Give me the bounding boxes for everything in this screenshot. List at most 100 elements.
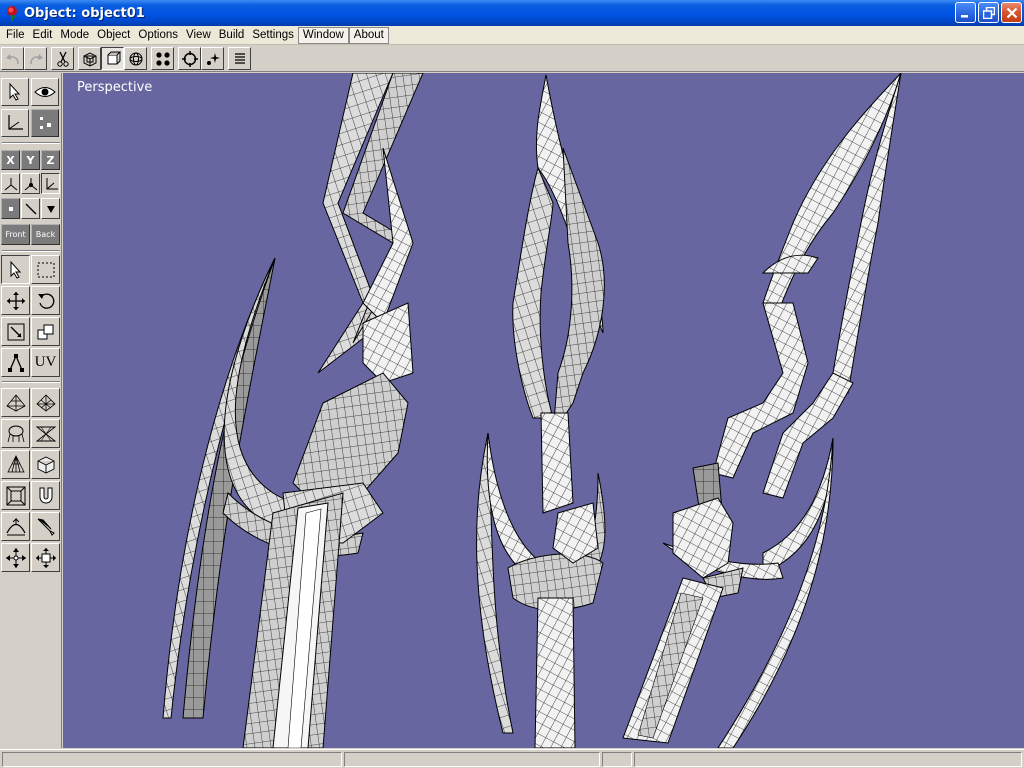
vertex-tool-button[interactable] bbox=[1, 348, 30, 377]
gizmo-world-button[interactable] bbox=[1, 173, 20, 194]
trident-left[interactable] bbox=[162, 73, 424, 748]
move-tool-button[interactable] bbox=[1, 286, 30, 315]
menu-about[interactable]: About bbox=[348, 26, 389, 44]
bevel-frame-icon bbox=[6, 486, 25, 505]
main-toolbar bbox=[0, 46, 1024, 72]
vertex-triangle-icon bbox=[7, 353, 24, 372]
select-edge-button[interactable] bbox=[21, 198, 40, 219]
gizmo-local-button[interactable] bbox=[21, 173, 40, 194]
select-tool-button[interactable] bbox=[1, 78, 29, 106]
mesh-blob-icon bbox=[7, 425, 24, 442]
back-view-button[interactable]: Back bbox=[31, 224, 60, 245]
close-button[interactable] bbox=[1001, 2, 1022, 23]
perspective-viewport[interactable]: Perspective bbox=[63, 73, 1024, 748]
magnet-icon bbox=[39, 487, 52, 503]
wireframe-view-button[interactable] bbox=[78, 47, 101, 70]
mesh-pyramid-button[interactable] bbox=[31, 388, 60, 417]
mesh-blob-button[interactable] bbox=[1, 419, 30, 448]
menu-settings[interactable]: Settings bbox=[248, 27, 298, 44]
menu-bar: File Edit Mode Object Options View Build… bbox=[0, 26, 1024, 45]
menu-view[interactable]: View bbox=[182, 27, 215, 44]
select-face-button[interactable] bbox=[41, 198, 60, 219]
mesh-box-button[interactable] bbox=[31, 450, 60, 479]
target-icon bbox=[181, 50, 198, 67]
trident-middle[interactable] bbox=[476, 74, 606, 748]
rotate-icon bbox=[37, 293, 54, 309]
axis-y-button[interactable]: Y bbox=[21, 150, 40, 170]
menu-window[interactable]: Window bbox=[297, 26, 349, 44]
axis-y-label: Y bbox=[26, 153, 35, 167]
face-triangle-icon bbox=[46, 205, 55, 213]
axis-x-button[interactable]: X bbox=[1, 150, 20, 170]
cut-button[interactable] bbox=[51, 47, 74, 70]
minimize-button[interactable] bbox=[955, 2, 976, 23]
rotate-tool-button[interactable] bbox=[31, 286, 60, 315]
minimize-icon bbox=[961, 15, 968, 18]
status-pane-right bbox=[634, 752, 1022, 767]
extrude-tool-button[interactable] bbox=[31, 317, 60, 346]
viewport-label: Perspective bbox=[77, 80, 153, 95]
knife-button[interactable] bbox=[31, 512, 60, 541]
axis-x-label: X bbox=[6, 153, 15, 167]
sparkle-button[interactable] bbox=[201, 47, 224, 70]
rose-icon bbox=[4, 5, 20, 21]
trident-right[interactable] bbox=[622, 73, 902, 748]
mesh-spike-button[interactable] bbox=[1, 450, 30, 479]
uv-tool-button[interactable]: UV bbox=[31, 348, 60, 377]
points-tool-button[interactable] bbox=[31, 109, 59, 137]
spread-button[interactable] bbox=[1, 543, 30, 572]
list-button[interactable] bbox=[228, 47, 251, 70]
box-select-button[interactable] bbox=[31, 255, 60, 284]
menu-mode[interactable]: Mode bbox=[56, 27, 93, 44]
menu-options[interactable]: Options bbox=[134, 27, 182, 44]
window-title: Object: object01 bbox=[24, 5, 145, 21]
pick-tool-button[interactable] bbox=[1, 255, 30, 284]
title-bar[interactable]: Object: object01 bbox=[0, 0, 1024, 26]
axis-z-button[interactable]: Z bbox=[41, 150, 60, 170]
weld-button[interactable] bbox=[31, 543, 60, 572]
scale-tool-button[interactable] bbox=[1, 317, 30, 346]
axis-tool-button[interactable] bbox=[1, 109, 29, 137]
gizmo-world-icon bbox=[4, 177, 17, 190]
front-view-button[interactable]: Front bbox=[1, 224, 30, 245]
menu-edit[interactable]: Edit bbox=[29, 27, 57, 44]
create-mesh-button[interactable] bbox=[1, 388, 30, 417]
shaded-cube-icon bbox=[107, 51, 121, 64]
back-view-label: Back bbox=[35, 230, 56, 239]
magnet-button[interactable] bbox=[31, 481, 60, 510]
menu-file[interactable]: File bbox=[2, 27, 29, 44]
sphere-icon bbox=[129, 52, 142, 65]
weld-arrows-icon bbox=[35, 547, 56, 568]
select-point-button[interactable] bbox=[1, 198, 20, 219]
front-view-label: Front bbox=[5, 230, 26, 239]
redo-button[interactable] bbox=[24, 47, 47, 70]
gizmo-screen-button[interactable] bbox=[41, 173, 60, 194]
spread-arrows-icon bbox=[5, 547, 26, 568]
menu-build[interactable]: Build bbox=[215, 27, 249, 44]
scissors-icon bbox=[56, 51, 69, 67]
mesh-hourglass-button[interactable] bbox=[31, 419, 60, 448]
bevel-button[interactable] bbox=[1, 481, 30, 510]
uv-label: UV bbox=[34, 354, 57, 370]
move-arrows-icon bbox=[6, 291, 25, 310]
marquee-icon bbox=[37, 262, 54, 277]
mesh-hourglass-icon bbox=[35, 426, 56, 441]
bend-button[interactable] bbox=[1, 512, 30, 541]
tool-panel: X Y Z Front Back UV bbox=[0, 73, 62, 748]
undo-button[interactable] bbox=[1, 47, 24, 70]
restore-button[interactable] bbox=[978, 2, 999, 23]
vertex-mode-button[interactable] bbox=[151, 47, 174, 70]
view-tool-button[interactable] bbox=[31, 78, 59, 106]
shaded-view-button[interactable] bbox=[101, 47, 124, 70]
restore-icon bbox=[982, 6, 995, 19]
knife-icon bbox=[37, 518, 55, 536]
mesh-cone-icon bbox=[5, 393, 26, 411]
axis-z-label: Z bbox=[46, 153, 55, 167]
wireframe-cube-icon bbox=[83, 51, 96, 67]
bend-arc-icon bbox=[5, 517, 26, 535]
redo-icon bbox=[29, 53, 43, 64]
sphere-view-button[interactable] bbox=[124, 47, 147, 70]
target-button[interactable] bbox=[178, 47, 201, 70]
arrow-cursor-icon bbox=[9, 82, 21, 101]
menu-object[interactable]: Object bbox=[93, 27, 134, 44]
